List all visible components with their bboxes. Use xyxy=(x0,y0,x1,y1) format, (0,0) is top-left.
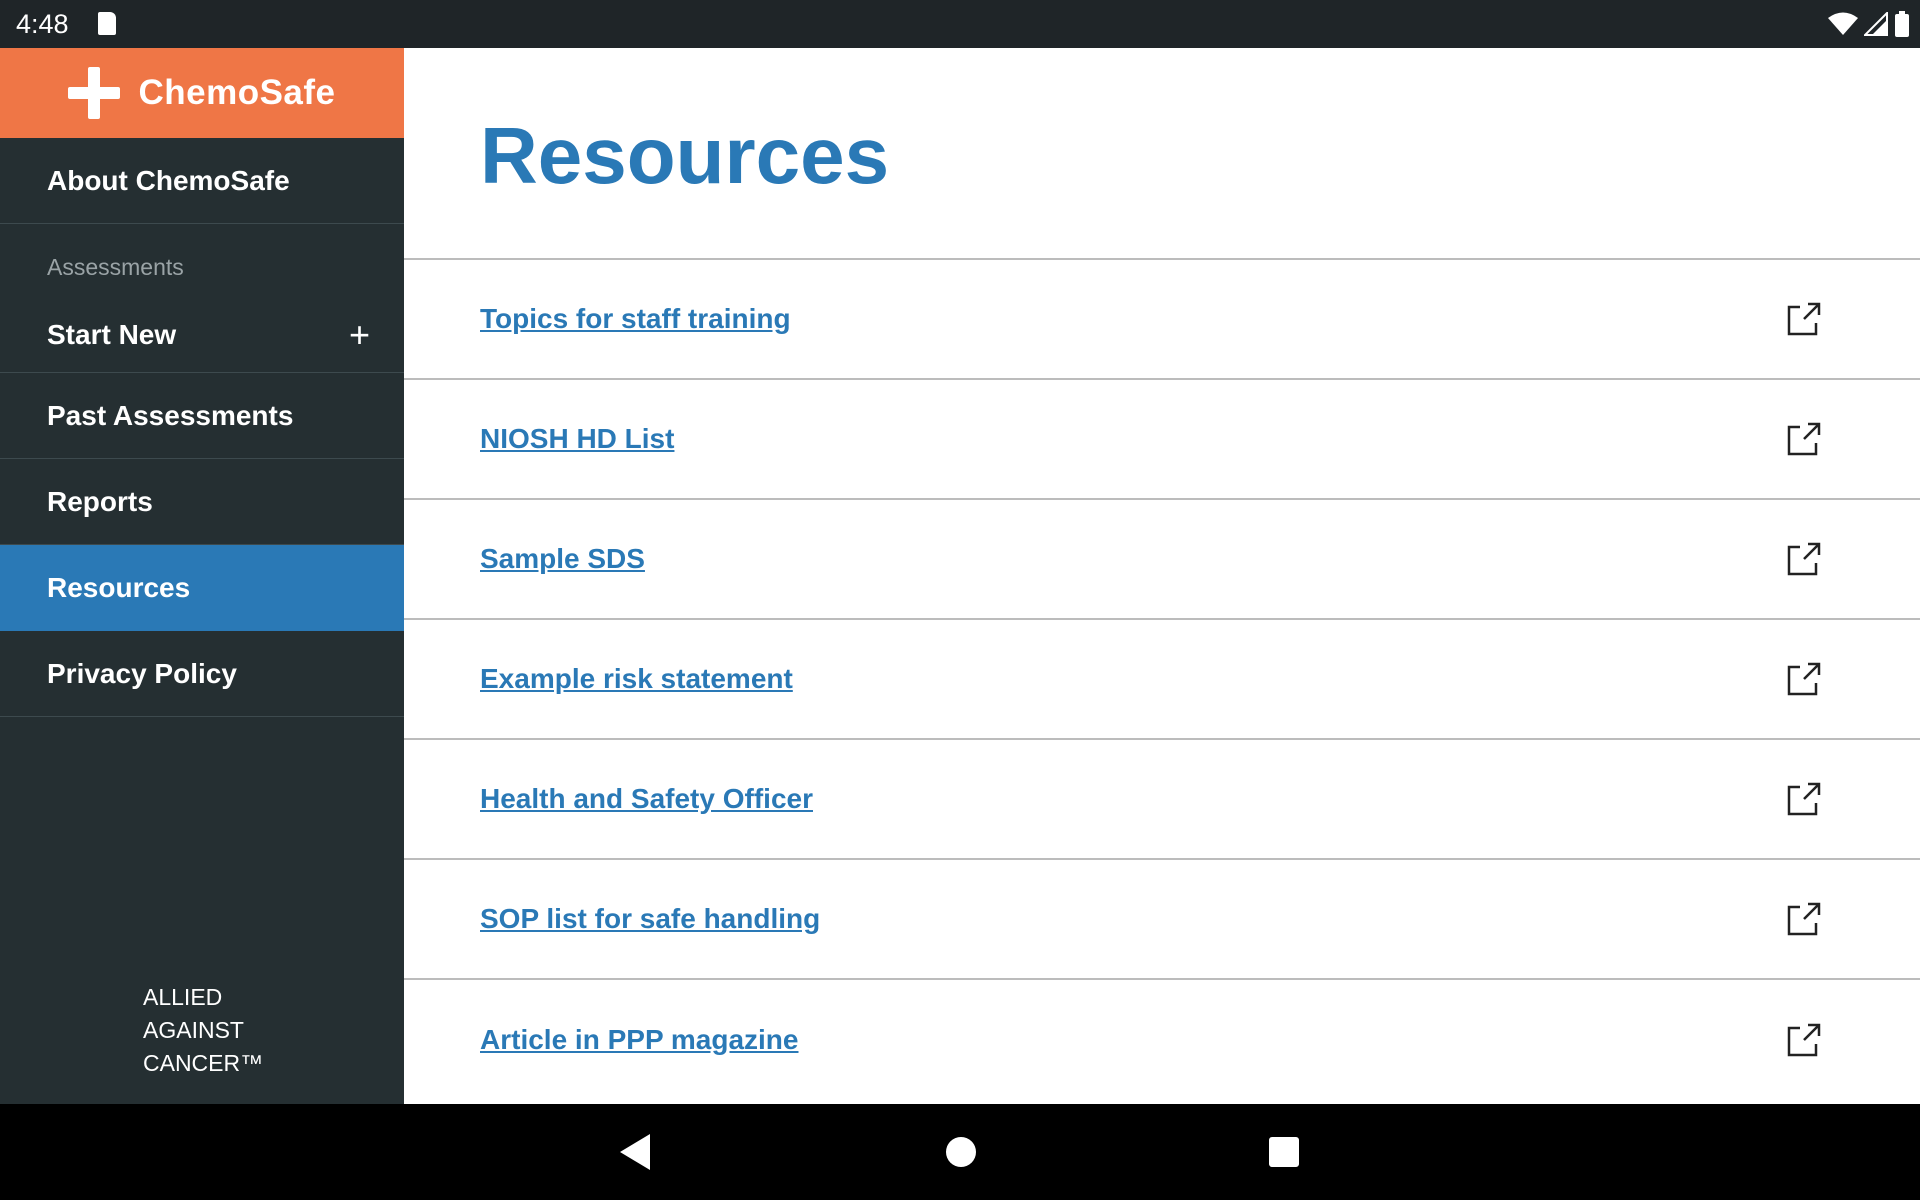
sidebar-item-about[interactable]: About ChemoSafe xyxy=(0,138,404,224)
resource-link[interactable]: SOP list for safe handling xyxy=(480,903,820,935)
resource-link[interactable]: Article in PPP magazine xyxy=(480,1024,799,1056)
system-nav-bar xyxy=(0,1104,1920,1200)
external-link-icon[interactable] xyxy=(1786,301,1822,337)
brand-name: ChemoSafe xyxy=(138,73,336,112)
external-link-icon[interactable] xyxy=(1786,541,1822,577)
resource-link[interactable]: Topics for staff training xyxy=(480,303,791,335)
sidebar-item-label: About ChemoSafe xyxy=(47,164,290,196)
main-content: Resources Topics for staff training NIOS… xyxy=(404,48,1920,1104)
sd-card-icon xyxy=(98,12,116,35)
list-item[interactable]: Sample SDS xyxy=(404,500,1920,620)
sidebar-item-resources[interactable]: Resources xyxy=(0,545,404,631)
resource-link[interactable]: Health and Safety Officer xyxy=(480,783,813,815)
footer-line: ALLIED xyxy=(143,984,223,1010)
cell-signal-icon xyxy=(1864,12,1888,36)
external-link-icon[interactable] xyxy=(1786,901,1822,937)
list-item[interactable]: NIOSH HD List xyxy=(404,380,1920,500)
sidebar-item-label: Reports xyxy=(47,485,153,517)
sidebar-item-reports[interactable]: Reports xyxy=(0,459,404,545)
list-item[interactable]: Example risk statement xyxy=(404,620,1920,740)
battery-icon xyxy=(1895,11,1909,37)
status-icons xyxy=(1828,10,1910,38)
page-title: Resources xyxy=(480,111,890,200)
allied-against-cancer-logo: ALLIED AGAINST CANCER™ xyxy=(143,981,263,1080)
sidebar-item-label: Resources xyxy=(47,571,191,603)
resource-link[interactable]: Example risk statement xyxy=(480,663,793,695)
recents-icon[interactable] xyxy=(1268,1132,1300,1172)
sidebar-item-label: Past Assessments xyxy=(47,399,294,431)
home-icon[interactable] xyxy=(945,1132,977,1172)
list-item[interactable]: Article in PPP magazine xyxy=(404,980,1920,1100)
sidebar-item-label: Privacy Policy xyxy=(47,657,237,689)
footer-line: CANCER™ xyxy=(143,1050,264,1076)
list-item[interactable]: Topics for staff training xyxy=(404,260,1920,380)
divider xyxy=(0,360,404,373)
status-time: 4:48 xyxy=(16,9,69,39)
external-link-icon[interactable] xyxy=(1786,661,1822,697)
sidebar: ChemoSafe About ChemoSafe Assessments St… xyxy=(0,48,404,1104)
chemosafe-logo-icon xyxy=(68,67,121,119)
resource-link[interactable]: Sample SDS xyxy=(480,543,645,575)
section-label-assessments: Assessments xyxy=(47,254,184,280)
external-link-icon[interactable] xyxy=(1786,781,1822,817)
back-icon[interactable] xyxy=(618,1132,652,1172)
list-item[interactable]: SOP list for safe handling xyxy=(404,860,1920,980)
sidebar-item-privacy-policy[interactable]: Privacy Policy xyxy=(0,631,404,717)
sidebar-item-label: Start New xyxy=(47,319,177,350)
footer-line: AGAINST xyxy=(143,1017,244,1043)
status-bar: 4:48 xyxy=(0,0,1920,48)
plus-icon[interactable]: + xyxy=(349,317,370,353)
external-link-icon[interactable] xyxy=(1786,1022,1822,1058)
resource-link[interactable]: NIOSH HD List xyxy=(480,423,674,455)
external-link-icon[interactable] xyxy=(1786,421,1822,457)
sidebar-item-past-assessments[interactable]: Past Assessments xyxy=(0,373,404,459)
list-item[interactable]: Health and Safety Officer xyxy=(404,740,1920,860)
wifi-icon xyxy=(1828,12,1858,35)
brand-header[interactable]: ChemoSafe xyxy=(0,48,404,138)
resource-list: Topics for staff training NIOSH HD List … xyxy=(404,258,1920,1100)
